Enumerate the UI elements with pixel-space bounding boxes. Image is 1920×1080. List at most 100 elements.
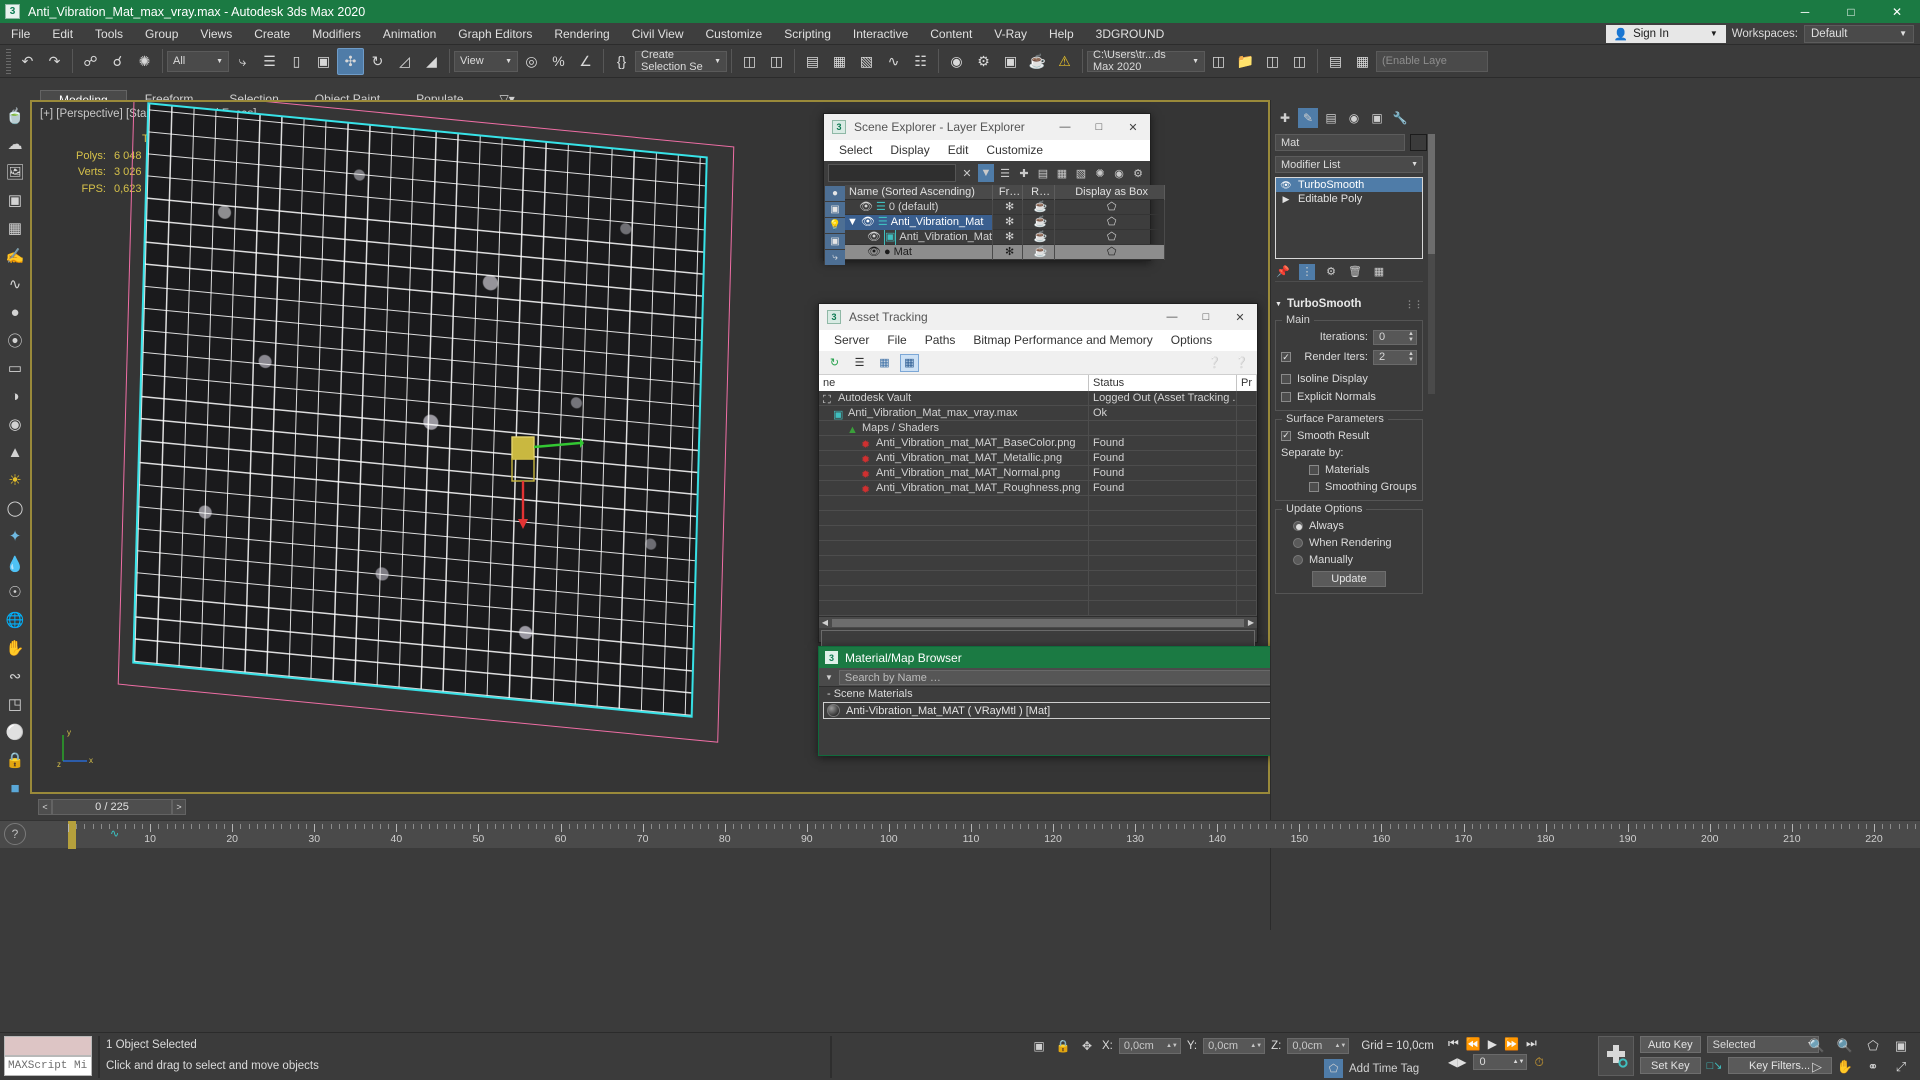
box-icon[interactable]: ⬠	[1055, 199, 1166, 215]
rectangular-select-icon[interactable]: ▯	[283, 48, 310, 75]
scene-explorer-titlebar[interactable]: 3 Scene Explorer - Layer Explorer — □ ✕	[824, 114, 1150, 140]
next-frame-button[interactable]: >	[172, 799, 186, 815]
menu-vray[interactable]: V-Ray	[983, 23, 1038, 45]
project-browse-icon[interactable]: ◫	[1286, 48, 1313, 75]
minimize-button[interactable]: ─	[1782, 0, 1828, 23]
teapot-icon[interactable]: 🍵	[3, 104, 27, 128]
materials-row[interactable]: Materials	[1281, 462, 1417, 477]
col-status[interactable]: Status	[1089, 375, 1237, 391]
warning-icon[interactable]: ⚠	[1051, 48, 1078, 75]
clear-search-icon[interactable]: ✕	[959, 164, 975, 182]
go-to-start-icon[interactable]: ⏮	[1448, 1036, 1459, 1051]
scroll-thumb[interactable]	[832, 618, 1244, 627]
globe-icon[interactable]: 🌐	[3, 608, 27, 632]
frame-ruler[interactable]: 10 20 30 40 50 60 70 80 90 100 110 120 130 140 150 160 1…	[55, 821, 1920, 849]
swatch-icon[interactable]: ■	[3, 776, 27, 800]
named-selection-set-input[interactable]: Create Selection Se ▼	[635, 49, 727, 73]
maxscript-output[interactable]	[4, 1036, 92, 1056]
filter-cameras-icon[interactable]: ▣	[825, 234, 845, 249]
expand-arrow-icon[interactable]: ▶	[1279, 194, 1293, 205]
named-selection-icon[interactable]: {}	[608, 48, 635, 75]
project-settings-icon[interactable]: ◫	[1205, 48, 1232, 75]
y-coordinate-input[interactable]: 0,0cm ▲▼	[1203, 1038, 1266, 1054]
project-folder-select[interactable]: C:\Users\tr...ds Max 2020 ▼	[1087, 49, 1205, 73]
time-tag-icon[interactable]: ⬠	[1324, 1059, 1343, 1078]
asset-tracking-titlebar[interactable]: 3 Asset Tracking — □ ✕	[819, 304, 1257, 330]
filter-helpers-icon[interactable]: ⤷	[825, 250, 845, 265]
table-row[interactable]: ▣ Anti_Vibration_Mat_max_vray.max Ok	[819, 405, 1257, 421]
update-when-rendering-row[interactable]: When Rendering	[1281, 535, 1417, 550]
spiral-icon[interactable]: ⦿	[3, 328, 27, 352]
play-icon[interactable]: ▶	[1488, 1037, 1497, 1051]
modifier-list-select[interactable]: Modifier List ▼	[1275, 156, 1423, 173]
sun-icon[interactable]: ☀	[3, 468, 27, 492]
freeze-icon[interactable]: ✻	[993, 229, 1024, 245]
percent-snap-icon[interactable]: %	[545, 48, 572, 75]
command-panel-scrollbar[interactable]	[1428, 134, 1435, 394]
drag-handle-icon[interactable]: ⋮⋮	[1405, 299, 1423, 310]
menu-views[interactable]: Views	[189, 23, 243, 45]
frame-counter[interactable]: 0 / 225	[52, 799, 172, 815]
more-options-icon[interactable]: ⚙	[1130, 164, 1146, 182]
menu-file[interactable]: File	[0, 23, 41, 45]
anti-vibration-mat-mesh[interactable]	[132, 102, 708, 718]
menu-group[interactable]: Group	[134, 23, 189, 45]
refresh-icon[interactable]: ↻	[825, 354, 844, 372]
schematic-view-icon[interactable]: ☷	[907, 48, 934, 75]
prev-frame-button[interactable]: <	[38, 799, 52, 815]
bind-space-warp-icon[interactable]: ✺	[131, 48, 158, 75]
frame-indicator[interactable]: < 0 / 225 >	[38, 799, 186, 815]
col-render[interactable]: R…	[1023, 184, 1056, 200]
orbit-icon[interactable]: ⚭	[1860, 1057, 1886, 1076]
scroll-left-icon[interactable]: ◀	[819, 618, 831, 627]
spinner-arrows-icon[interactable]: ▲▼	[1408, 351, 1416, 363]
tab-utilities[interactable]: 🔧	[1390, 108, 1410, 128]
table-row[interactable]: ✹ Anti_Vibration_mat_MAT_Metallic.png Fo…	[819, 450, 1257, 466]
col-name[interactable]: ne	[819, 375, 1089, 391]
table-row[interactable]: ✹ Anti_Vibration_mat_MAT_Normal.png Foun…	[819, 465, 1257, 481]
next-frame-icon[interactable]: ⏩	[1504, 1037, 1519, 1051]
list-panel-icon[interactable]: ▣	[3, 188, 27, 212]
update-always-row[interactable]: Always	[1281, 518, 1417, 533]
rectangle-icon[interactable]: ▭	[3, 356, 27, 380]
move-gizmo[interactable]	[494, 435, 584, 535]
curve-icon[interactable]: ∿	[3, 272, 27, 296]
collapse-arrow-icon[interactable]: ▼	[1275, 301, 1282, 308]
select-by-name-icon[interactable]: ☰	[256, 48, 283, 75]
grid-panel-icon[interactable]: ▦	[3, 216, 27, 240]
auto-key-button[interactable]: Auto Key	[1640, 1036, 1701, 1053]
detail-view-icon[interactable]: ▦	[875, 354, 894, 372]
tab-modify[interactable]: ✎	[1298, 108, 1318, 128]
freeze-icon[interactable]: ✻	[993, 244, 1024, 260]
set-keys-button[interactable]	[1598, 1036, 1634, 1076]
render-production-icon[interactable]: ☕	[1024, 48, 1051, 75]
update-button[interactable]: Update	[1312, 571, 1386, 587]
teapot-icon[interactable]: ☕	[1023, 229, 1056, 245]
hide-icon[interactable]: ◉	[1111, 164, 1127, 182]
angle-snap-icon[interactable]: ∠	[572, 48, 599, 75]
render-iters-spinner[interactable]: 2 ▲ ▼	[1373, 349, 1417, 365]
col-freeze[interactable]: Fr…	[993, 184, 1024, 200]
tab-motion[interactable]: ◉	[1344, 108, 1364, 128]
use-pivot-center-icon[interactable]: ◎	[518, 48, 545, 75]
mirror-icon[interactable]: ◫	[736, 48, 763, 75]
layer-explorer-icon[interactable]: ▤	[799, 48, 826, 75]
freeze-icon[interactable]: ✻	[993, 214, 1024, 230]
grid-view-icon[interactable]: ▦	[900, 353, 919, 372]
workspace-select[interactable]: Default ▼	[1804, 24, 1914, 43]
menu-interactive[interactable]: Interactive	[842, 23, 919, 45]
table-row[interactable]: ✹ Anti_Vibration_mat_MAT_Roughness.png F…	[819, 480, 1257, 496]
help-icon[interactable]: ❔	[1232, 354, 1251, 372]
undo-icon[interactable]: ↶	[14, 48, 41, 75]
col-display-as-box[interactable]: Display as Box	[1055, 184, 1166, 200]
reference-coordinate-select[interactable]: View ▼	[454, 50, 518, 72]
time-configuration-icon[interactable]: ⏱	[1534, 1055, 1543, 1070]
filter-geometry-icon[interactable]: ▣	[825, 202, 845, 217]
horizontal-scrollbar[interactable]: ◀ ▶	[819, 616, 1257, 628]
go-to-end-icon[interactable]: ⏭	[1526, 1036, 1537, 1051]
menu-rendering[interactable]: Rendering	[543, 23, 620, 45]
at-menu-server[interactable]: Server	[825, 330, 878, 351]
update-manually-radio[interactable]	[1293, 554, 1303, 565]
explicit-normals-checkbox[interactable]	[1281, 391, 1291, 402]
current-frame-input[interactable]: 0 ▲▼	[1473, 1054, 1528, 1070]
